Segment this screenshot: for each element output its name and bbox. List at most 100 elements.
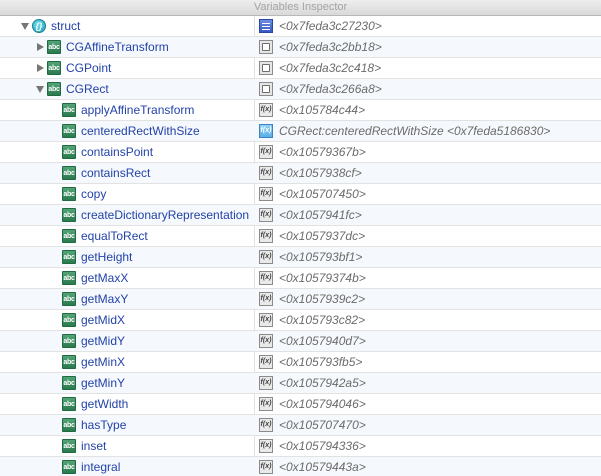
function-icon: f(x)	[259, 313, 273, 327]
tree-row[interactable]: abc containsPoint f(x) <0x10579367b>	[0, 142, 601, 163]
variable-name: applyAffineTransform	[81, 103, 195, 117]
function-icon: f(x)	[259, 250, 273, 264]
variable-value: <0x7feda3c27230>	[279, 19, 382, 33]
abc-icon: abc	[62, 313, 76, 327]
tree-row[interactable]: abc CGPoint <0x7feda3c2c418>	[0, 58, 601, 79]
tree-row[interactable]: abc hasType f(x) <0x105707470>	[0, 415, 601, 436]
variable-value: <0x1057941fc>	[279, 208, 362, 222]
object-icon	[259, 61, 273, 75]
variable-name: containsRect	[81, 166, 151, 180]
abc-icon: abc	[62, 292, 76, 306]
tree-row[interactable]: abc getMaxX f(x) <0x10579374b>	[0, 268, 601, 289]
function-blue-icon: f(x)	[259, 124, 273, 138]
variable-name: equalToRect	[81, 229, 148, 243]
variable-value: <0x7feda3c2c418>	[279, 61, 382, 75]
tree-row[interactable]: abc CGRect <0x7feda3c266a8>	[0, 79, 601, 100]
abc-icon: abc	[62, 271, 76, 285]
tree-row[interactable]: abc getMidX f(x) <0x105793c82>	[0, 310, 601, 331]
abc-icon: abc	[62, 376, 76, 390]
function-icon: f(x)	[259, 145, 273, 159]
abc-icon: abc	[62, 334, 76, 348]
tree-row[interactable]: abc centeredRectWithSize f(x) CGRect:center…	[0, 121, 601, 142]
function-icon: f(x)	[259, 229, 273, 243]
tree-row[interactable]: abc getMaxY f(x) <0x1057939c2>	[0, 289, 601, 310]
variable-value: CGRect:centeredRectWithSize <0x7feda5186…	[279, 124, 551, 138]
function-icon: f(x)	[259, 103, 273, 117]
tree-row[interactable]: abc copy f(x) <0x105707450>	[0, 184, 601, 205]
variable-name: getMinX	[81, 355, 126, 369]
abc-icon: abc	[62, 103, 76, 117]
abc-icon: abc	[47, 82, 61, 96]
abc-icon: abc	[62, 460, 76, 474]
function-icon: f(x)	[259, 460, 273, 474]
abc-icon: abc	[62, 418, 76, 432]
variable-value: <0x1057942a5>	[279, 376, 366, 390]
tree-row[interactable]: abc containsRect f(x) <0x1057938cf>	[0, 163, 601, 184]
variable-name: getMinY	[81, 376, 126, 390]
variable-value: <0x105707450>	[279, 187, 366, 201]
variable-name: getHeight	[81, 250, 133, 264]
variable-name: struct	[51, 19, 81, 33]
struct-icon: {}	[32, 19, 46, 33]
function-icon: f(x)	[259, 397, 273, 411]
variable-name: integral	[81, 460, 121, 474]
variables-inspector-window: Variables Inspector {} struct <0x7feda3c27…	[0, 0, 601, 476]
abc-icon: abc	[47, 61, 61, 75]
window-title: Variables Inspector	[0, 0, 601, 16]
tree-row[interactable]: abc applyAffineTransform f(x) <0x105784c44>	[0, 100, 601, 121]
function-icon: f(x)	[259, 355, 273, 369]
abc-icon: abc	[62, 145, 76, 159]
variable-value: <0x105707470>	[279, 418, 366, 432]
variable-value: <0x1057937dc>	[279, 229, 366, 243]
variable-value: <0x7feda3c2bb18>	[279, 40, 382, 54]
tree-row[interactable]: abc getHeight f(x) <0x105793bf1>	[0, 247, 601, 268]
disclosure-expanded-icon[interactable]	[35, 79, 45, 99]
tree-row[interactable]: abc inset f(x) <0x105794336>	[0, 436, 601, 457]
variable-name: getMaxX	[81, 271, 129, 285]
abc-icon: abc	[62, 250, 76, 264]
variable-value: <0x105794046>	[279, 397, 366, 411]
object-icon	[259, 82, 273, 96]
variable-value: <0x1057938cf>	[279, 166, 362, 180]
variable-value: <0x105793fb5>	[279, 355, 363, 369]
tree-row[interactable]: abc getMinY f(x) <0x1057942a5>	[0, 373, 601, 394]
abc-icon: abc	[47, 40, 61, 54]
abc-icon: abc	[62, 229, 76, 243]
abc-icon: abc	[62, 187, 76, 201]
variable-value: <0x105793bf1>	[279, 250, 363, 264]
tree-row[interactable]: abc getWidth f(x) <0x105794046>	[0, 394, 601, 415]
variable-name: getWidth	[81, 397, 129, 411]
function-icon: f(x)	[259, 166, 273, 180]
function-icon: f(x)	[259, 187, 273, 201]
variable-value: <0x105794336>	[279, 439, 366, 453]
variables-tree: {} struct <0x7feda3c27230> abc CGAffineTrans…	[0, 16, 601, 476]
variable-name: CGRect	[66, 82, 109, 96]
disclosure-collapsed-icon[interactable]	[35, 37, 45, 57]
variable-value: <0x1057940d7>	[279, 334, 366, 348]
disclosure-collapsed-icon[interactable]	[35, 58, 45, 78]
tree-row[interactable]: abc getMidY f(x) <0x1057940d7>	[0, 331, 601, 352]
function-icon: f(x)	[259, 418, 273, 432]
variable-name: hasType	[81, 418, 127, 432]
variable-name: getMidY	[81, 334, 126, 348]
tree-row[interactable]: abc getMinX f(x) <0x105793fb5>	[0, 352, 601, 373]
variable-value: <0x10579367b>	[279, 145, 366, 159]
variable-value: <0x10579374b>	[279, 271, 366, 285]
variable-name: CGAffineTransform	[66, 40, 169, 54]
function-icon: f(x)	[259, 271, 273, 285]
abc-icon: abc	[62, 208, 76, 222]
list-icon	[259, 19, 273, 33]
abc-icon: abc	[62, 355, 76, 369]
function-icon: f(x)	[259, 208, 273, 222]
tree-row[interactable]: abc CGAffineTransform <0x7feda3c2bb18>	[0, 37, 601, 58]
disclosure-expanded-icon[interactable]	[20, 16, 30, 36]
tree-row[interactable]: {} struct <0x7feda3c27230>	[0, 16, 601, 37]
abc-icon: abc	[62, 439, 76, 453]
tree-row[interactable]: abc integral f(x) <0x10579443a>	[0, 457, 601, 476]
function-icon: f(x)	[259, 334, 273, 348]
variable-name: CGPoint	[66, 61, 112, 75]
tree-row[interactable]: abc equalToRect f(x) <0x1057937dc>	[0, 226, 601, 247]
abc-icon: abc	[62, 397, 76, 411]
tree-row[interactable]: abc createDictionaryRepresentation f(x) <0x…	[0, 205, 601, 226]
function-icon: f(x)	[259, 376, 273, 390]
